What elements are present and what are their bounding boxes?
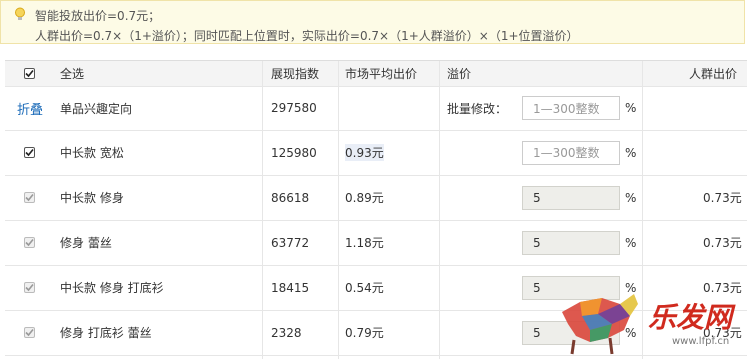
watermark-url: www.lfpf.cn (672, 336, 730, 347)
keyword-name: 中长款 修身 打底衫 (60, 281, 164, 295)
row-checkbox[interactable] (24, 237, 35, 248)
column-divider (439, 61, 440, 359)
market-avg-value: 0.79元 (345, 326, 384, 340)
check-icon (25, 148, 34, 157)
row-checkbox[interactable] (24, 147, 35, 158)
row-checkbox[interactable] (24, 192, 35, 203)
impressions-value: 18415 (271, 280, 310, 295)
collapse-link[interactable]: 折叠 (17, 99, 43, 118)
percent-sign: % (625, 235, 637, 250)
select-all-checkbox[interactable] (24, 68, 35, 79)
check-icon (25, 69, 34, 78)
info-banner: 智能投放出价=0.7元； 人群出价=0.7×（1+溢价）；同时匹配上位置时，实际… (0, 0, 745, 44)
keyword-name: 中长款 修身 (60, 191, 124, 205)
lightbulb-icon (15, 7, 25, 20)
group-row: 折叠 单品兴趣定向 297580 批量修改： 1—300整数 % (5, 86, 747, 131)
row-checkbox[interactable] (24, 327, 35, 338)
check-icon (25, 283, 34, 292)
column-divider (262, 61, 263, 359)
batch-edit-label: 批量修改： (447, 101, 508, 116)
group-impressions: 297580 (271, 101, 317, 115)
market-avg-value: 0.89元 (345, 191, 384, 205)
tip-line-2: 人群出价=0.7×（1+溢价）；同时匹配上位置时，实际出价=0.7×（1+人群溢… (35, 29, 579, 43)
group-name: 单品兴趣定向 (60, 101, 133, 116)
watermark-logo: 乐发网 www.lfpf.cn (560, 290, 747, 358)
impressions-value: 63772 (271, 235, 310, 250)
crowd-price-value: 0.73元 (703, 236, 742, 250)
watermark-brand: 乐发网 (648, 301, 733, 334)
impressions-value: 86618 (271, 190, 310, 205)
check-icon (25, 193, 34, 202)
tip-line-1: 智能投放出价=0.7元； (35, 9, 161, 23)
market-avg-value: 1.18元 (345, 236, 384, 250)
table-row: 中长款 修身 86618 0.89元 5 % 0.73元 (5, 175, 747, 221)
market-avg-value: 0.93元 (345, 144, 384, 161)
percent-sign: % (625, 190, 637, 205)
impressions-value: 2328 (271, 325, 302, 340)
col-impressions: 展现指数 (271, 67, 320, 81)
premium-input[interactable]: 5 (522, 185, 620, 210)
col-market-avg: 市场平均出价 (345, 67, 418, 81)
percent-sign: % (625, 145, 637, 160)
table-header: 全选 展现指数 市场平均出价 溢价 人群出价 (5, 61, 747, 87)
percent-sign: % (625, 101, 637, 115)
premium-input[interactable]: 1—300整数 (522, 140, 620, 165)
premium-input[interactable]: 5 (522, 230, 620, 255)
check-icon (25, 328, 34, 337)
keyword-name: 中长款 宽松 (60, 146, 124, 160)
market-avg-value: 0.54元 (345, 281, 384, 295)
crowd-price-value: 0.73元 (703, 191, 742, 205)
select-all-label: 全选 (60, 67, 85, 81)
check-icon (25, 238, 34, 247)
keyword-name: 修身 打底衫 蕾丝 (60, 326, 152, 340)
keyword-name: 修身 蕾丝 (60, 236, 112, 250)
col-crowd-price: 人群出价 (689, 67, 738, 81)
table-row: 中长款 宽松 125980 0.93元 1—300整数 % (5, 130, 747, 176)
row-checkbox[interactable] (24, 282, 35, 293)
impressions-value: 125980 (271, 145, 317, 160)
col-premium: 溢价 (447, 67, 472, 81)
table-row: 修身 蕾丝 63772 1.18元 5 % 0.73元 (5, 220, 747, 266)
batch-premium-input[interactable]: 1—300整数 (522, 96, 620, 120)
column-divider (338, 61, 339, 359)
